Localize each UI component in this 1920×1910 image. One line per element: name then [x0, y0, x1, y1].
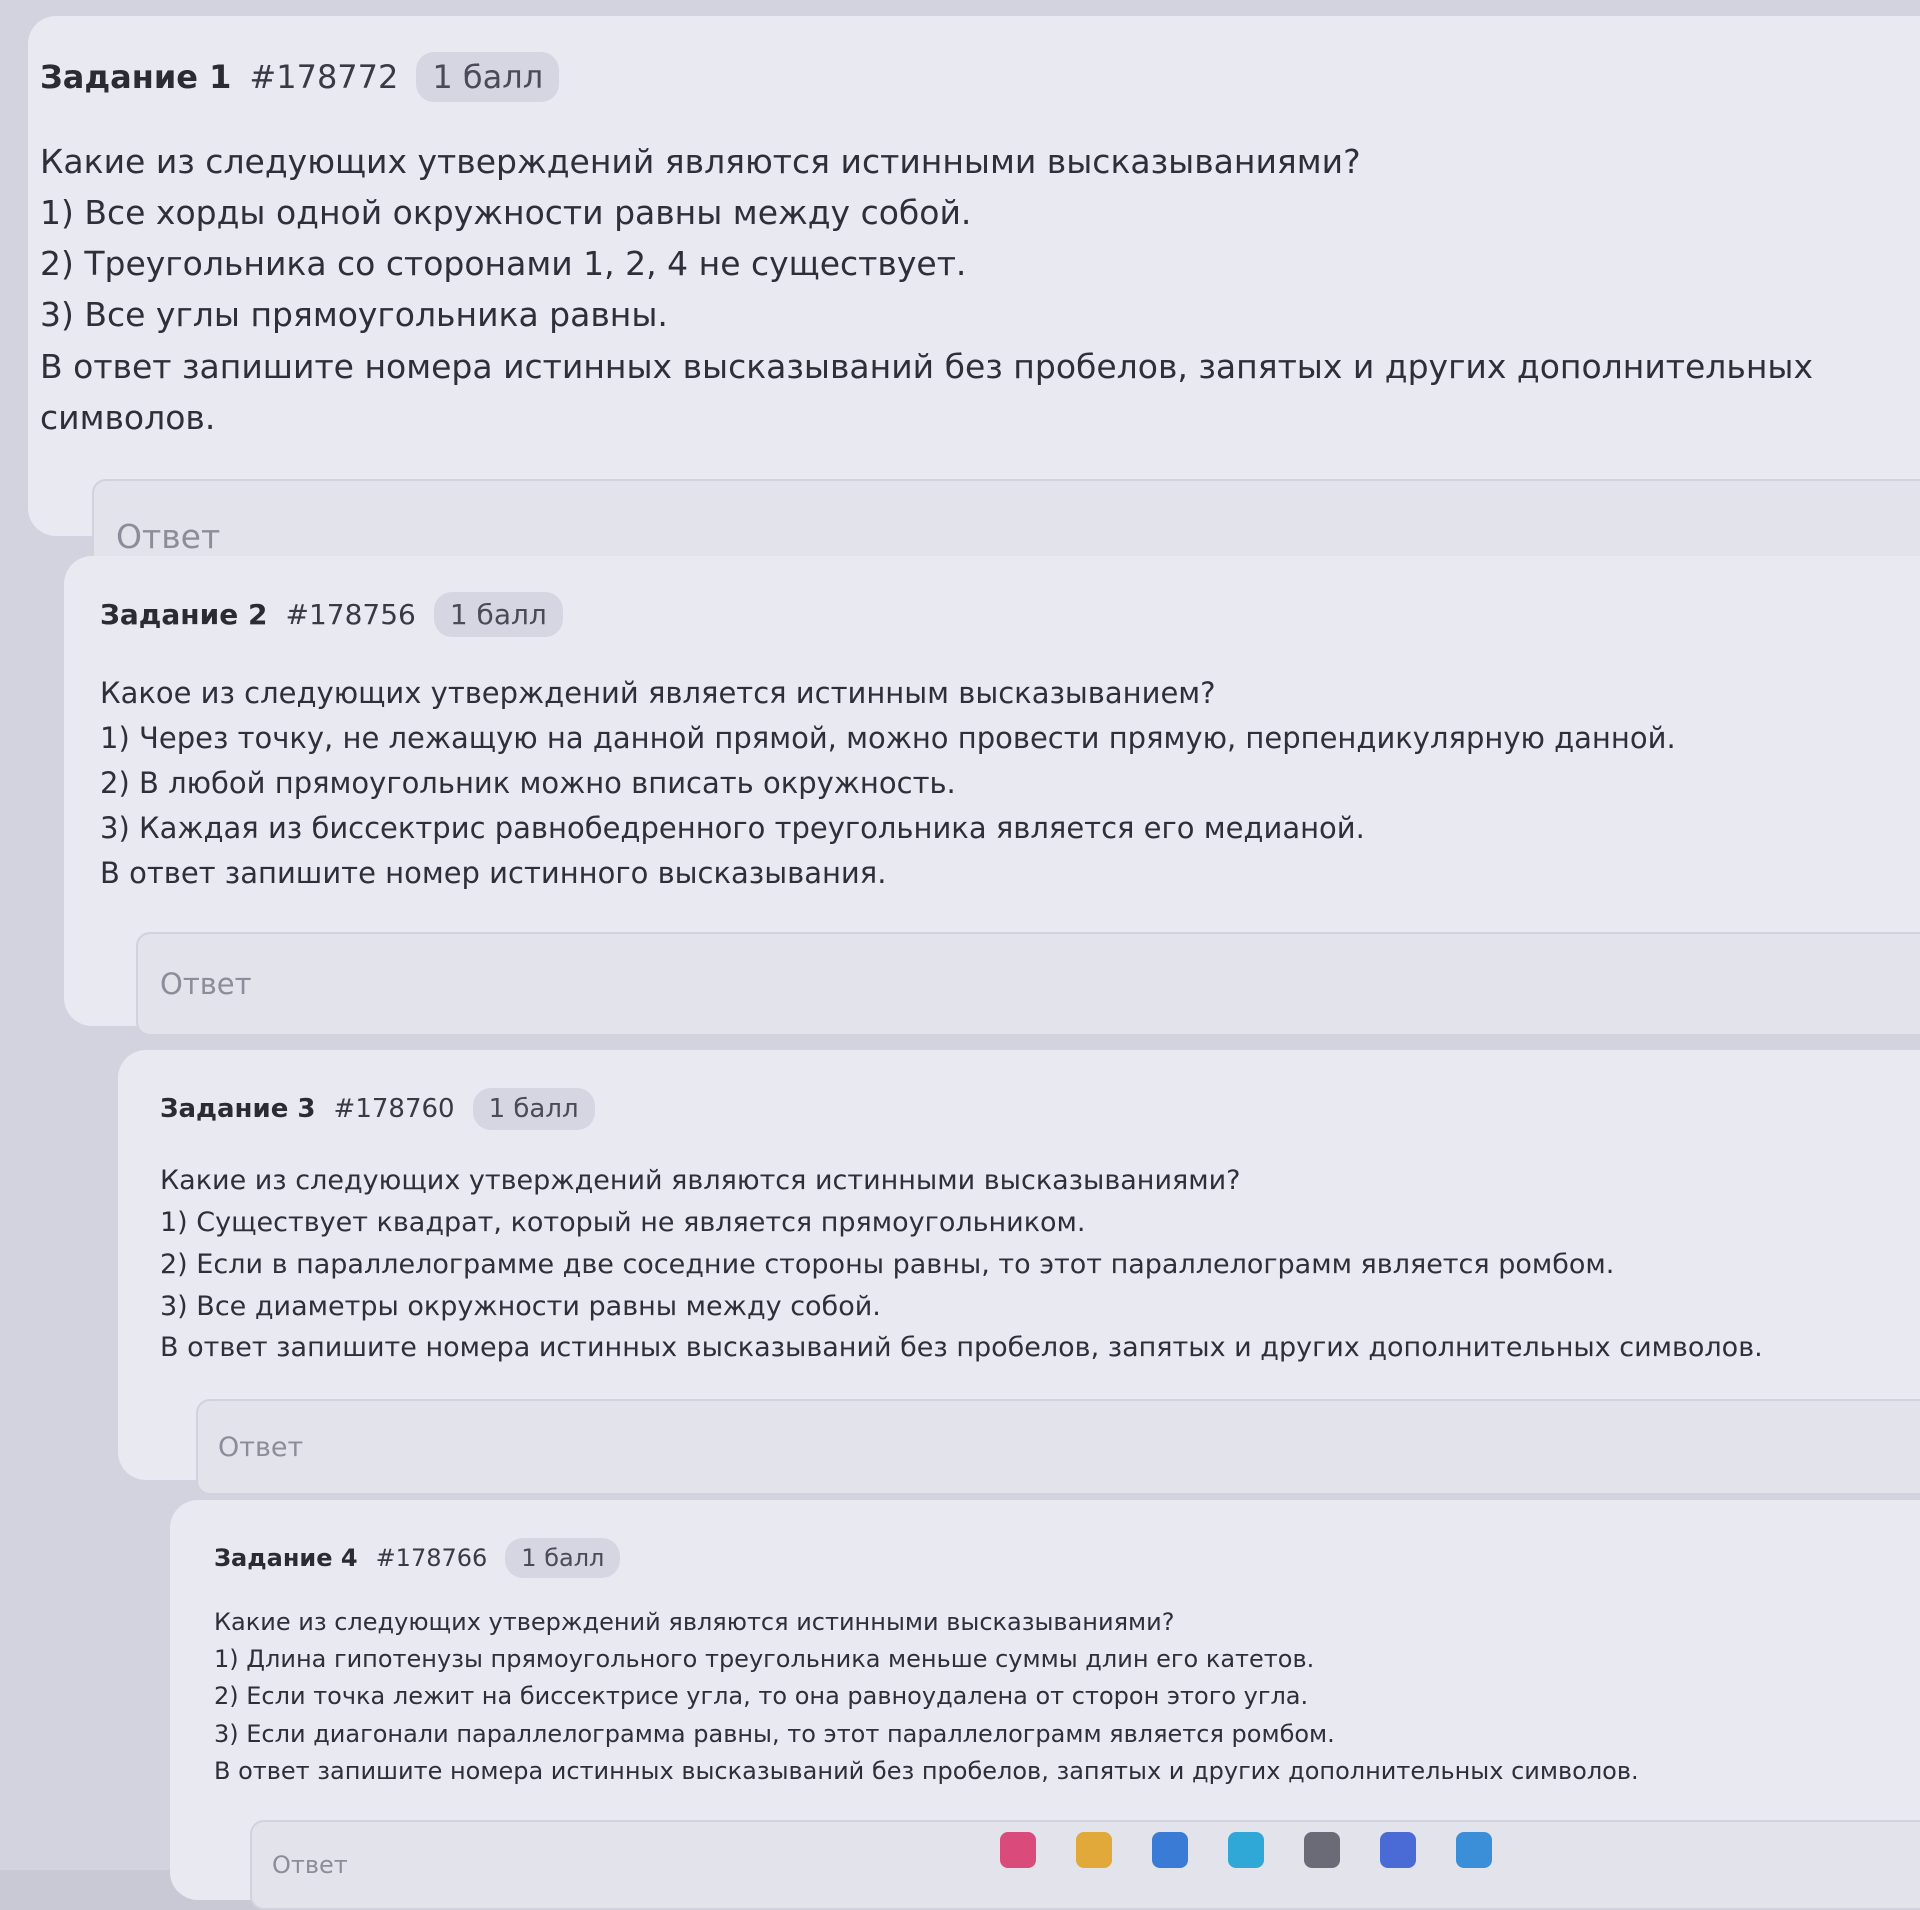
calendar-icon[interactable]	[1152, 1832, 1188, 1868]
task-title: Задание 2	[100, 598, 268, 631]
task-header: Задание 3 #178760 1 балл	[160, 1088, 1920, 1130]
task-header: Задание 2 #178756 1 балл	[100, 592, 1920, 637]
statement-2: 2) Если в параллелограмме две соседние с…	[160, 1248, 1615, 1280]
answer-instruction: В ответ запишите номера истинных высказы…	[160, 1332, 1763, 1364]
telegram-icon[interactable]	[1456, 1832, 1492, 1868]
answer-instruction: В ответ запишите номера истинных высказы…	[40, 346, 1814, 437]
points-badge: 1 балл	[505, 1538, 621, 1578]
statement-2: 2) Треугольника со сторонами 1, 2, 4 не …	[40, 244, 967, 284]
task-card-1: Задание 1 #178772 1 балл Какие из следую…	[28, 16, 1920, 595]
task-id: #178760	[333, 1094, 455, 1124]
question-text: Какое из следующих утверждений является …	[100, 671, 1920, 896]
answer-instruction: В ответ запишите номер истинного высказы…	[100, 855, 887, 890]
task-id: #178756	[285, 598, 416, 631]
folder-icon[interactable]	[1076, 1832, 1112, 1868]
task-card-2: Задание 2 #178756 1 балл Какое из следую…	[64, 556, 1920, 1036]
statement-1: 1) Через точку, не лежащую на данной пря…	[100, 720, 1676, 755]
statement-3: 3) Если диагонали параллелограмма равны,…	[214, 1719, 1335, 1748]
answer-instruction: В ответ запишите номера истинных высказы…	[214, 1756, 1639, 1785]
statement-3: 3) Каждая из биссектрис равнобедренного …	[100, 810, 1365, 845]
task-title: Задание 4	[214, 1544, 358, 1572]
task-id: #178772	[249, 58, 399, 96]
points-badge: 1 балл	[433, 592, 563, 637]
edge-browser-icon[interactable]	[1228, 1832, 1264, 1868]
statement-3: 3) Все диаметры окружности равны между с…	[160, 1290, 881, 1322]
statement-1: 1) Все хорды одной окружности равны межд…	[40, 193, 972, 233]
points-badge: 1 балл	[472, 1088, 595, 1130]
answer-input[interactable]	[196, 1399, 1920, 1496]
points-badge: 1 балл	[416, 52, 560, 102]
task-card-3: Задание 3 #178760 1 балл Какие из следую…	[118, 1050, 1920, 1496]
question-prompt: Какие из следующих утверждений являются …	[214, 1608, 1175, 1636]
task-title: Задание 3	[160, 1094, 316, 1124]
answer-input[interactable]	[136, 931, 1920, 1036]
statement-3: 3) Все углы прямоугольника равны.	[40, 295, 668, 335]
mail-icon[interactable]	[1000, 1832, 1036, 1868]
statement-1: 1) Длина гипотенузы прямоугольного треуг…	[214, 1645, 1315, 1674]
page: Задание 1 #178772 1 балл Какие из следую…	[0, 0, 1920, 1910]
charts-icon[interactable]	[1380, 1832, 1416, 1868]
task-id: #178766	[375, 1544, 488, 1572]
task-header: Задание 4 #178766 1 балл	[214, 1538, 1920, 1578]
question-text: Какие из следующих утверждений являются …	[160, 1160, 1920, 1369]
task-title: Задание 1	[40, 58, 232, 96]
statement-1: 1) Существует квадрат, который не являет…	[160, 1206, 1086, 1238]
question-prompt: Какие из следующих утверждений являются …	[40, 142, 1361, 181]
question-prompt: Какое из следующих утверждений является …	[100, 676, 1216, 710]
statement-2: 2) Если точка лежит на биссектрисе угла,…	[214, 1682, 1309, 1711]
settings-icon[interactable]	[1304, 1832, 1340, 1868]
statement-2: 2) В любой прямоугольник можно вписать о…	[100, 765, 956, 800]
task-header: Задание 1 #178772 1 балл	[40, 52, 1920, 102]
taskbar	[1000, 1830, 1492, 1870]
question-text: Какие из следующих утверждений являются …	[214, 1604, 1920, 1790]
question-prompt: Какие из следующих утверждений являются …	[160, 1165, 1241, 1196]
question-text: Какие из следующих утверждений являются …	[40, 136, 1920, 443]
